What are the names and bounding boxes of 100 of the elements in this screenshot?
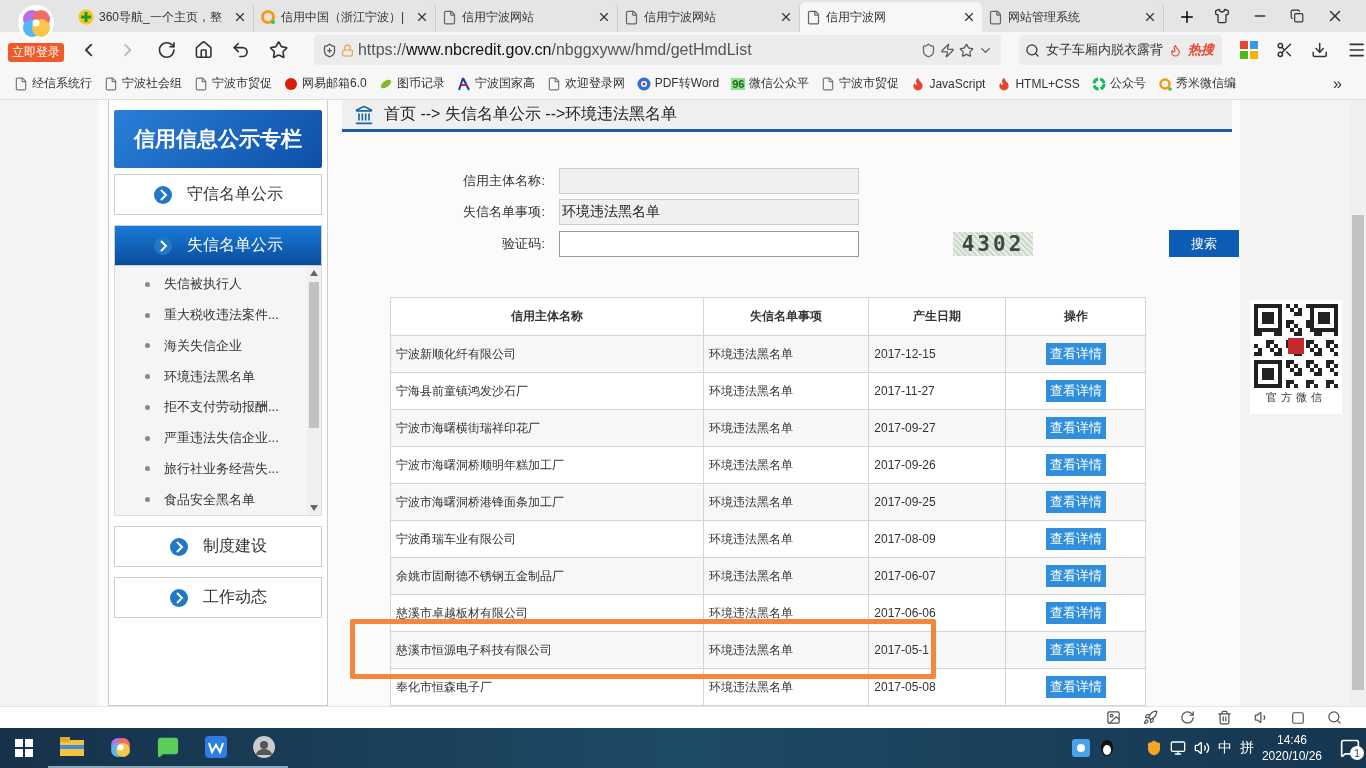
table-cell: 环境违法黑名单 [703, 409, 869, 447]
scrollbar-thumb[interactable] [309, 282, 319, 428]
search-icon[interactable] [1327, 710, 1342, 725]
page-icon [624, 9, 639, 25]
bullet-icon [145, 435, 150, 441]
scissors-icon[interactable] [1275, 41, 1294, 59]
flame-icon [911, 76, 926, 91]
hot-label: 热搜 [1188, 41, 1214, 59]
star-icon[interactable] [268, 40, 288, 60]
search-field[interactable]: 女子车厢内脱衣露背 热搜 [1019, 35, 1223, 65]
sidebar-item[interactable]: 失信名单公示 [114, 225, 322, 266]
bookmark[interactable]: JavaScript [911, 76, 986, 91]
qr-caption: 官方微信 [1266, 390, 1326, 405]
bookmark[interactable]: PDF转Word [636, 75, 720, 92]
ime-mode[interactable]: 拼 [1239, 739, 1254, 757]
rocket-icon[interactable] [1143, 710, 1158, 725]
table-cell: 2017-05-1 [868, 631, 1006, 669]
submenu-item[interactable]: 食品安全黑名单 [115, 484, 307, 515]
bookmark[interactable]: 宁波市贸促 [194, 75, 272, 92]
browser-tab[interactable]: 信用宁波网 [800, 2, 982, 32]
arrow-circle-icon [169, 587, 189, 608]
submenu-item[interactable]: 拒不支付劳动报酬... [115, 392, 307, 423]
page-icon [14, 76, 28, 91]
bullet-icon [145, 312, 150, 318]
bookmark[interactable]: 秀米微信编 [1157, 75, 1236, 92]
bookmark[interactable]: HTML+CSS [997, 76, 1080, 91]
bookmark[interactable]: 欢迎登录网 [546, 75, 625, 92]
windows-icon[interactable] [15, 739, 33, 757]
apps-icon[interactable] [1240, 41, 1258, 59]
bookmark[interactable]: 图币记录 [378, 75, 445, 92]
bullet-icon [145, 374, 150, 380]
bookmark[interactable]: 公众号 [1091, 75, 1146, 92]
download-icon[interactable] [1311, 41, 1329, 59]
star-icon[interactable] [959, 42, 974, 58]
network-icon[interactable] [1169, 740, 1186, 756]
more-bookmarks[interactable]: » [1333, 74, 1342, 93]
arrow-circle-icon [153, 235, 173, 256]
home-icon[interactable] [193, 40, 214, 60]
shirt-icon[interactable] [1214, 8, 1230, 24]
submenu-item[interactable]: 重大税收违法案件... [115, 299, 307, 331]
bookmark[interactable]: 宁波市贸促 [821, 75, 900, 92]
volume-icon[interactable] [1193, 740, 1210, 756]
table-cell: 环境违法黑名单 [703, 483, 869, 521]
bookmark[interactable]: 96 微信公众平 [731, 75, 810, 92]
sidebar-item[interactable]: 守信名单公示 [114, 174, 322, 215]
refresh-icon[interactable] [1180, 710, 1195, 725]
lock-icon [340, 43, 354, 57]
sidebar-item[interactable]: 制度建设 [114, 526, 322, 567]
close-icon[interactable] [415, 10, 429, 24]
image-icon[interactable] [1106, 710, 1121, 725]
scroll-up-icon[interactable] [310, 270, 318, 276]
search-text: 女子车厢内脱衣露背 [1046, 41, 1163, 59]
shield-icon[interactable] [1145, 740, 1162, 756]
submenu-item[interactable]: 失信被执行人 [115, 269, 307, 300]
restore-icon[interactable] [1290, 9, 1304, 23]
scrollbar-thumb[interactable] [1352, 215, 1364, 690]
column-header: 产生日期 [868, 297, 1006, 336]
lightning-icon[interactable] [940, 42, 955, 58]
field-label: 信用主体名称: [462, 172, 545, 190]
arrow-circle-icon [169, 536, 189, 557]
submenu-item[interactable]: 海关失信企业 [115, 330, 307, 362]
table-cell: 环境违法黑名单 [703, 631, 869, 669]
page-icon [806, 9, 821, 25]
undo-icon[interactable] [231, 40, 251, 60]
close-icon[interactable] [779, 10, 793, 24]
bullet-icon [145, 343, 150, 349]
input-field[interactable] [559, 230, 859, 257]
scroll-down-icon[interactable] [310, 505, 318, 511]
table-cell: 2017-11-27 [868, 372, 1006, 410]
ime-indicator[interactable]: 中 [1217, 739, 1232, 757]
ring-icon [1157, 76, 1172, 91]
table-cell: 环境违法黑名单 [703, 520, 869, 558]
sidebar-item[interactable]: 工作动态 [114, 577, 322, 618]
page-icon [194, 76, 208, 91]
close-icon[interactable] [1143, 10, 1157, 24]
swirl-icon [1091, 76, 1106, 91]
clock[interactable]: 14:46 2020/10/26 [1261, 732, 1322, 764]
new-tab-icon[interactable] [1178, 8, 1196, 26]
search-button[interactable]: 搜索 [1169, 230, 1239, 257]
table-cell: 宁海县前童镇鸿发沙石厂 [390, 372, 704, 410]
address-bar[interactable]: https://www.nbcredit.gov.cn/nbggxyww/hmd/getHmdList [313, 35, 1001, 65]
table-cell: 宁波市海曙横街瑞祥印花厂 [390, 409, 704, 447]
window-icon[interactable] [1291, 710, 1305, 725]
column-header: 失信名单事项 [703, 297, 869, 336]
bookmark[interactable]: 宁波社会组 [104, 75, 182, 92]
trash-icon[interactable] [1217, 710, 1232, 725]
bookmark[interactable]: 宁波国家高 [456, 75, 535, 92]
shield-icon [921, 42, 936, 58]
tray-app-icon[interactable] [1071, 739, 1090, 757]
table-cell: 2017-09-25 [868, 483, 1006, 521]
close-icon[interactable] [233, 10, 247, 24]
submenu-item[interactable]: 严重违法失信企业... [115, 422, 307, 454]
bookmark[interactable]: 经信系统行 [14, 75, 92, 92]
table-cell: 2017-12-15 [868, 335, 1006, 373]
close-icon[interactable] [597, 10, 611, 24]
submenu-item[interactable]: 旅行社业务经营失... [115, 453, 307, 485]
reload-icon[interactable] [156, 40, 176, 60]
bookmark[interactable]: 网易邮箱6.0 [284, 75, 367, 92]
submenu-item[interactable]: 环境违法黑名单 [115, 361, 307, 392]
close-icon[interactable] [962, 10, 976, 24]
